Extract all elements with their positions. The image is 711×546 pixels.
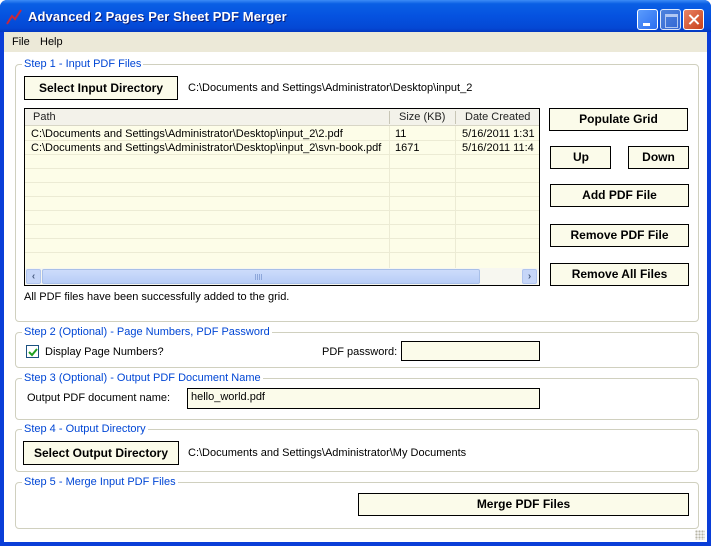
- minimize-button[interactable]: [637, 9, 658, 30]
- select-input-directory-button[interactable]: Select Input Directory: [24, 76, 178, 100]
- app-window: Advanced 2 Pages Per Sheet PDF Merger Fi…: [0, 0, 711, 546]
- checkmark-icon: [28, 348, 38, 357]
- column-header-size[interactable]: Size (KB): [399, 111, 445, 123]
- step3-title: Step 3 (Optional) - Output PDF Document …: [22, 372, 263, 384]
- step2-title: Step 2 (Optional) - Page Numbers, PDF Pa…: [22, 326, 272, 338]
- grid-empty-row: [25, 225, 539, 239]
- column-header-path[interactable]: Path: [33, 111, 56, 123]
- column-separator[interactable]: [455, 111, 456, 124]
- horizontal-scrollbar[interactable]: ‹ ›: [25, 268, 539, 285]
- grid-row[interactable]: C:\Documents and Settings\Administrator\…: [25, 127, 539, 141]
- grid-empty-row: [25, 211, 539, 225]
- resize-grip-icon[interactable]: [695, 530, 705, 540]
- input-directory-path: C:\Documents and Settings\Administrator\…: [188, 82, 473, 94]
- move-down-button[interactable]: Down: [628, 146, 689, 169]
- step4-title: Step 4 - Output Directory: [22, 423, 148, 435]
- output-directory-path: C:\Documents and Settings\Administrator\…: [188, 447, 467, 459]
- grid-empty-row: [25, 155, 539, 169]
- cell-date: 5/16/2011 11:4: [462, 142, 534, 154]
- grid-empty-row: [25, 183, 539, 197]
- grid-empty-row: [25, 253, 539, 267]
- cell-date: 5/16/2011 1:31: [462, 128, 535, 140]
- remove-all-files-button[interactable]: Remove All Files: [550, 263, 689, 286]
- client-area: File Help Step 1 - Input PDF Files Selec…: [4, 32, 707, 542]
- populate-grid-button[interactable]: Populate Grid: [549, 108, 688, 131]
- cell-size: 1671: [395, 142, 420, 154]
- pdf-password-input[interactable]: [401, 341, 540, 361]
- menu-help[interactable]: Help: [40, 36, 63, 48]
- column-separator[interactable]: [389, 111, 390, 124]
- scrollbar-thumb[interactable]: [42, 269, 480, 284]
- cell-path: C:\Documents and Settings\Administrator\…: [31, 128, 343, 140]
- pdf-files-grid[interactable]: Path Size (KB) Date Created C:\Documents…: [24, 108, 540, 286]
- cell-path: C:\Documents and Settings\Administrator\…: [31, 142, 382, 154]
- menu-file[interactable]: File: [12, 36, 30, 48]
- menu-bar: File Help: [4, 32, 707, 52]
- grid-row[interactable]: C:\Documents and Settings\Administrator\…: [25, 141, 539, 155]
- close-button[interactable]: [683, 9, 704, 30]
- window-title: Advanced 2 Pages Per Sheet PDF Merger: [28, 9, 287, 24]
- move-up-button[interactable]: Up: [550, 146, 611, 169]
- step5-title: Step 5 - Merge Input PDF Files: [22, 476, 178, 488]
- display-page-numbers-checkbox[interactable]: [26, 345, 39, 358]
- display-page-numbers-label: Display Page Numbers?: [45, 346, 164, 358]
- merge-pdf-files-button[interactable]: Merge PDF Files: [358, 493, 689, 516]
- select-output-directory-button[interactable]: Select Output Directory: [23, 441, 179, 465]
- pdf-password-label: PDF password:: [322, 346, 398, 358]
- step1-title: Step 1 - Input PDF Files: [22, 58, 144, 70]
- scroll-right-icon[interactable]: ›: [522, 269, 537, 284]
- title-bar[interactable]: Advanced 2 Pages Per Sheet PDF Merger: [0, 0, 711, 32]
- grid-empty-row: [25, 169, 539, 183]
- output-name-input[interactable]: hello_world.pdf: [187, 388, 540, 409]
- grid-empty-row: [25, 239, 539, 253]
- maximize-button[interactable]: [660, 9, 681, 30]
- pdf-merger-app-icon: [6, 9, 22, 25]
- grid-header: Path Size (KB) Date Created: [25, 109, 539, 126]
- scroll-left-icon[interactable]: ‹: [26, 269, 41, 284]
- grid-empty-row: [25, 197, 539, 211]
- grid-status-message: All PDF files have been successfully add…: [24, 291, 290, 303]
- column-header-date[interactable]: Date Created: [465, 111, 530, 123]
- grip-icon: [255, 274, 263, 280]
- add-pdf-file-button[interactable]: Add PDF File: [550, 184, 689, 207]
- cell-size: 11: [395, 128, 407, 140]
- output-name-label: Output PDF document name:: [27, 392, 171, 404]
- remove-pdf-file-button[interactable]: Remove PDF File: [550, 224, 689, 247]
